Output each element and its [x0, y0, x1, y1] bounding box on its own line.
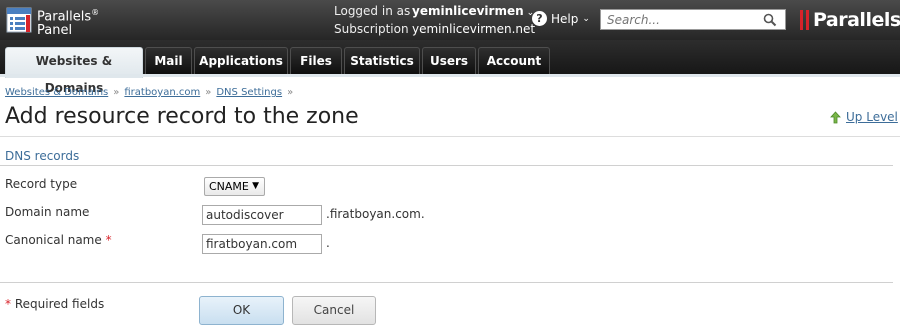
up-level-icon: [830, 110, 841, 123]
parallels-panel-logo[interactable]: Parallels® Panel: [6, 5, 99, 38]
record-type-label: Record type: [5, 177, 78, 191]
domain-name-input[interactable]: autodiscover: [202, 205, 322, 225]
record-type-value: CNAME: [209, 180, 249, 193]
tab-statistics[interactable]: Statistics: [344, 47, 420, 76]
logo-registered: ®: [91, 8, 100, 17]
logo-line1: Parallels: [37, 9, 92, 25]
logged-in-label: Logged in as: [334, 4, 411, 18]
help-label: Help: [551, 11, 579, 26]
logo-text: Parallels® Panel: [37, 6, 99, 38]
required-star: *: [5, 297, 11, 311]
subscription-label: Subscription: [334, 22, 409, 36]
top-header: Parallels® Panel Logged in as yeminlicevi…: [0, 0, 900, 40]
breadcrumb-separator: »: [205, 87, 212, 98]
parallels-brand-logo: Parallels: [800, 9, 900, 31]
parallels-bars-icon: [800, 10, 810, 30]
logo-line2: Panel: [37, 23, 73, 39]
required-fields-text: Required fields: [14, 297, 105, 311]
canonical-name-label: Canonical name *: [5, 233, 112, 247]
canonical-name-input[interactable]: firatboyan.com: [202, 234, 322, 254]
breadcrumb: Websites & Domains » firatboyan.com » DNS Se…: [5, 87, 298, 98]
divider: [0, 165, 893, 166]
brand-text: Parallels: [813, 9, 900, 31]
breadcrumb-websites-domains[interactable]: Websites & Domains: [5, 87, 108, 98]
up-level-label[interactable]: Up Level: [846, 110, 898, 124]
tab-applications[interactable]: Applications: [194, 47, 288, 76]
tab-mail[interactable]: Mail: [145, 47, 192, 76]
record-type-select[interactable]: CNAME ▼: [204, 177, 265, 196]
help-icon: ?: [532, 11, 547, 26]
required-fields-note: * Required fields: [5, 297, 104, 311]
domain-name-label: Domain name: [5, 205, 90, 219]
domain-suffix: .firatboyan.com.: [326, 207, 425, 221]
cancel-button[interactable]: Cancel: [292, 296, 376, 325]
breadcrumb-separator: »: [287, 87, 294, 98]
canonical-name-label-text: Canonical name: [5, 233, 102, 247]
login-info: Logged in as yeminlicevirmen ⌄ Subscriptio…: [334, 3, 535, 37]
search-box: [600, 9, 786, 30]
up-level-link[interactable]: Up Level: [829, 110, 898, 124]
subscription-menu[interactable]: yeminlicevirmen.net: [412, 22, 535, 36]
tab-account[interactable]: Account: [478, 47, 550, 76]
user-menu[interactable]: yeminlicevirmen: [412, 4, 524, 18]
page-title: Add resource record to the zone: [5, 104, 359, 129]
chevron-down-icon: ⌄: [582, 13, 590, 24]
search-input[interactable]: [607, 12, 757, 27]
breadcrumb-dns-settings[interactable]: DNS Settings: [216, 87, 282, 98]
divider: [0, 136, 900, 137]
help-menu[interactable]: ? Help ⌄: [532, 11, 590, 26]
section-title-dns-records: DNS records: [5, 149, 80, 163]
required-star: *: [105, 233, 112, 247]
tab-files[interactable]: Files: [290, 47, 342, 76]
ok-button[interactable]: OK: [199, 296, 284, 325]
dropdown-arrow-icon: ▼: [252, 181, 259, 191]
breadcrumb-separator: »: [113, 87, 120, 98]
panel-logo-icon: [6, 7, 32, 33]
search-icon[interactable]: [763, 13, 777, 27]
divider: [0, 282, 893, 283]
main-tabs: Websites & Domains Mail Applications Fil…: [0, 40, 900, 95]
breadcrumb-domain[interactable]: firatboyan.com: [124, 87, 200, 98]
tab-underline: [0, 74, 900, 77]
canonical-suffix: .: [326, 236, 330, 250]
tab-users[interactable]: Users: [422, 47, 476, 76]
